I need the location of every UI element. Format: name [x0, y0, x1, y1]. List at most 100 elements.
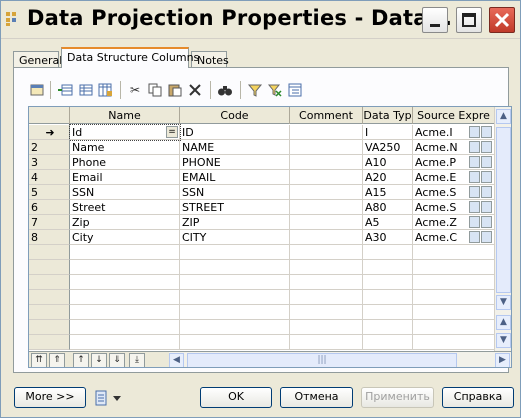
title-bar[interactable]: Data Projection Properties - Data... [1, 1, 520, 39]
table-row[interactable] [29, 260, 495, 275]
move-to-bottom-icon[interactable]: ⤓ [129, 353, 145, 367]
table-row[interactable] [29, 320, 495, 335]
table-row[interactable]: 4 Email EMAIL A20 Acme.E [29, 170, 495, 185]
table-row[interactable] [29, 245, 495, 260]
cell-name[interactable] [70, 245, 180, 260]
cell-name[interactable]: City [70, 230, 180, 245]
row-header[interactable]: 6 [29, 200, 70, 215]
paste-icon[interactable] [166, 81, 184, 99]
cell-source-expression[interactable]: Acme.S [413, 185, 495, 200]
row-header[interactable]: 8 [29, 230, 70, 245]
cell-data-type[interactable] [363, 335, 413, 350]
row-header[interactable] [29, 305, 70, 320]
cell-data-type[interactable] [363, 290, 413, 305]
cell-comment[interactable] [290, 290, 363, 305]
ellipsis-icon[interactable] [469, 216, 480, 228]
cell-data-type[interactable]: A20 [363, 170, 413, 185]
cell-comment[interactable] [290, 215, 363, 230]
move-down-icon[interactable]: ↓ [91, 353, 107, 367]
scroll-next-icon[interactable]: ▼ [496, 333, 511, 348]
ok-button[interactable]: OK [200, 387, 272, 408]
cell-comment[interactable] [290, 155, 363, 170]
cell-comment[interactable] [290, 230, 363, 245]
cell-data-type[interactable]: A5 [363, 215, 413, 230]
cell-data-type[interactable]: A15 [363, 185, 413, 200]
scroll-left-icon[interactable]: ◀ [169, 353, 184, 367]
scroll-down-icon[interactable]: ▼ [496, 295, 511, 310]
row-header[interactable] [29, 335, 70, 350]
cell-source-expression[interactable] [413, 275, 495, 290]
scroll-thumb[interactable] [496, 127, 511, 293]
cut-icon[interactable]: ✂ [126, 81, 144, 99]
cell-source-expression[interactable]: Acme.Z [413, 215, 495, 230]
help-button[interactable]: Справка [442, 387, 514, 408]
properties-icon[interactable] [481, 171, 492, 183]
scroll-right-icon[interactable]: ▶ [495, 353, 510, 367]
cell-data-type[interactable]: A30 [363, 230, 413, 245]
row-header[interactable] [29, 245, 70, 260]
cell-comment[interactable] [290, 305, 363, 320]
move-to-top-icon[interactable]: ⇈ [31, 353, 47, 367]
cell-code[interactable] [180, 275, 290, 290]
cell-comment[interactable] [290, 200, 363, 215]
properties-icon[interactable] [28, 81, 46, 99]
column-header-source-expression[interactable]: Source Expre [413, 107, 495, 124]
column-header-comment[interactable]: Comment [290, 107, 363, 124]
cell-data-type[interactable] [363, 275, 413, 290]
cell-code[interactable]: PHONE [180, 155, 290, 170]
arrange-tabs-menu[interactable] [95, 390, 125, 406]
cell-name[interactable] [70, 260, 180, 275]
table-row[interactable] [29, 275, 495, 290]
cell-comment[interactable] [290, 320, 363, 335]
cell-data-type[interactable] [363, 320, 413, 335]
cell-comment[interactable] [290, 260, 363, 275]
cell-source-expression[interactable] [413, 245, 495, 260]
cell-source-expression[interactable]: Acme.C [413, 230, 495, 245]
cell-code[interactable]: ID [180, 125, 290, 140]
cell-data-type[interactable] [363, 305, 413, 320]
cell-source-expression[interactable]: Acme.E [413, 170, 495, 185]
table-row[interactable]: 8 City CITY A30 Acme.C [29, 230, 495, 245]
move-up-icon[interactable]: ↑ [73, 353, 89, 367]
cell-data-type[interactable] [363, 260, 413, 275]
cell-name[interactable] [70, 335, 180, 350]
row-header[interactable] [29, 275, 70, 290]
copy-icon[interactable] [146, 81, 164, 99]
move-page-up-icon[interactable]: ⇑ [49, 353, 65, 367]
properties-icon[interactable] [481, 201, 492, 213]
insert-row-icon[interactable] [56, 81, 74, 99]
cell-name[interactable] [70, 305, 180, 320]
cell-code[interactable]: EMAIL [180, 170, 290, 185]
cell-comment[interactable] [290, 140, 363, 155]
scroll-last-icon[interactable]: ▲ [496, 315, 511, 330]
ellipsis-icon[interactable] [469, 126, 480, 138]
add-columns-icon[interactable] [96, 81, 114, 99]
cell-name[interactable]: SSN [70, 185, 180, 200]
filter-clear-icon[interactable] [266, 81, 284, 99]
current-row-arrow-icon[interactable]: ➜ [29, 125, 70, 140]
cell-code[interactable] [180, 335, 290, 350]
cell-name[interactable] [70, 320, 180, 335]
row-header[interactable]: 2 [29, 140, 70, 155]
row-header[interactable] [29, 290, 70, 305]
row-header[interactable] [29, 320, 70, 335]
cell-data-type[interactable]: I [363, 125, 413, 140]
cell-name[interactable] [70, 290, 180, 305]
cell-code[interactable] [180, 245, 290, 260]
cell-data-type[interactable]: VA250 [363, 140, 413, 155]
scroll-up-icon[interactable]: ▲ [496, 109, 511, 124]
table-row[interactable] [29, 290, 495, 305]
cell-source-expression[interactable] [413, 260, 495, 275]
cell-data-type[interactable]: A80 [363, 200, 413, 215]
properties-icon[interactable] [481, 186, 492, 198]
properties-icon[interactable] [481, 126, 492, 138]
properties-icon[interactable] [481, 216, 492, 228]
cell-edit-button[interactable]: = [166, 126, 178, 138]
cell-code[interactable] [180, 305, 290, 320]
cell-name[interactable]: Zip [70, 215, 180, 230]
ellipsis-icon[interactable] [469, 156, 480, 168]
more-button[interactable]: More >> [14, 387, 86, 408]
table-row[interactable]: 5 SSN SSN A15 Acme.S [29, 185, 495, 200]
ellipsis-icon[interactable] [469, 171, 480, 183]
cell-data-type[interactable]: A10 [363, 155, 413, 170]
